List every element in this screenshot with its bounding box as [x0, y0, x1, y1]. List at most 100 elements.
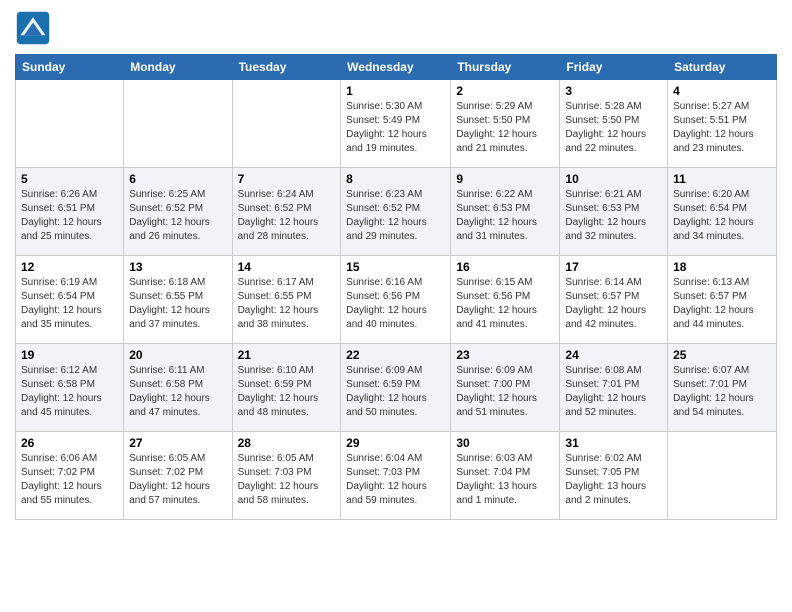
calendar-cell: 6 Sunrise: 6:25 AM Sunset: 6:52 PM Daylig… [124, 168, 232, 256]
day-info: Sunrise: 6:14 AM Sunset: 6:57 PM Dayligh… [565, 276, 662, 332]
calendar-cell: 20 Sunrise: 6:11 AM Sunset: 6:58 PM Dayli… [124, 344, 232, 432]
calendar-cell: 17 Sunrise: 6:14 AM Sunset: 6:57 PM Dayli… [560, 256, 668, 344]
day-number: 12 [21, 260, 118, 274]
day-number: 9 [456, 172, 554, 186]
day-info: Sunrise: 6:08 AM Sunset: 7:01 PM Dayligh… [565, 364, 662, 420]
weekday-header: Wednesday [341, 55, 451, 80]
calendar: SundayMondayTuesdayWednesdayThursdayFrid… [15, 54, 777, 520]
weekday-header: Tuesday [232, 55, 341, 80]
day-number: 16 [456, 260, 554, 274]
day-info: Sunrise: 6:02 AM Sunset: 7:05 PM Dayligh… [565, 452, 662, 508]
logo [15, 10, 55, 46]
calendar-cell: 13 Sunrise: 6:18 AM Sunset: 6:55 PM Dayli… [124, 256, 232, 344]
day-info: Sunrise: 5:29 AM Sunset: 5:50 PM Dayligh… [456, 100, 554, 156]
day-info: Sunrise: 6:16 AM Sunset: 6:56 PM Dayligh… [346, 276, 445, 332]
day-info: Sunrise: 6:24 AM Sunset: 6:52 PM Dayligh… [238, 188, 336, 244]
calendar-cell: 23 Sunrise: 6:09 AM Sunset: 7:00 PM Dayli… [451, 344, 560, 432]
calendar-cell: 12Sunrise: 6:19 AM Sunset: 6:54 PM Dayli… [16, 256, 124, 344]
calendar-cell: 15 Sunrise: 6:16 AM Sunset: 6:56 PM Dayli… [341, 256, 451, 344]
day-info: Sunrise: 6:18 AM Sunset: 6:55 PM Dayligh… [129, 276, 226, 332]
calendar-cell: 3Sunrise: 5:28 AM Sunset: 5:50 PM Daylig… [560, 80, 668, 168]
day-number: 14 [238, 260, 336, 274]
calendar-cell: 4 Sunrise: 5:27 AM Sunset: 5:51 PM Daylig… [668, 80, 777, 168]
day-number: 25 [673, 348, 771, 362]
calendar-cell: 22 Sunrise: 6:09 AM Sunset: 6:59 PM Dayli… [341, 344, 451, 432]
calendar-cell: 19 Sunrise: 6:12 AM Sunset: 6:58 PM Dayli… [16, 344, 124, 432]
day-number: 13 [129, 260, 226, 274]
day-number: 27 [129, 436, 226, 450]
day-number: 2 [456, 84, 554, 98]
calendar-cell: 24 Sunrise: 6:08 AM Sunset: 7:01 PM Dayli… [560, 344, 668, 432]
calendar-cell: 2 Sunrise: 5:29 AM Sunset: 5:50 PM Daylig… [451, 80, 560, 168]
day-number: 5 [21, 172, 118, 186]
calendar-cell: 21Sunrise: 6:10 AM Sunset: 6:59 PM Dayli… [232, 344, 341, 432]
day-number: 22 [346, 348, 445, 362]
day-number: 15 [346, 260, 445, 274]
calendar-cell: 10 Sunrise: 6:21 AM Sunset: 6:53 PM Dayli… [560, 168, 668, 256]
day-number: 3 [565, 84, 662, 98]
day-info: Sunrise: 6:05 AM Sunset: 7:02 PM Dayligh… [129, 452, 226, 508]
day-number: 29 [346, 436, 445, 450]
calendar-cell: 1Sunrise: 5:30 AM Sunset: 5:49 PM Daylig… [341, 80, 451, 168]
day-number: 18 [673, 260, 771, 274]
calendar-body: 1Sunrise: 5:30 AM Sunset: 5:49 PM Daylig… [16, 80, 777, 520]
weekday-header: Sunday [16, 55, 124, 80]
day-number: 6 [129, 172, 226, 186]
day-info: Sunrise: 6:21 AM Sunset: 6:53 PM Dayligh… [565, 188, 662, 244]
day-info: Sunrise: 6:09 AM Sunset: 6:59 PM Dayligh… [346, 364, 445, 420]
day-number: 31 [565, 436, 662, 450]
day-info: Sunrise: 6:12 AM Sunset: 6:58 PM Dayligh… [21, 364, 118, 420]
day-number: 21 [238, 348, 336, 362]
calendar-cell: 27 Sunrise: 6:05 AM Sunset: 7:02 PM Dayli… [124, 432, 232, 520]
calendar-cell: 28Sunrise: 6:05 AM Sunset: 7:03 PM Dayli… [232, 432, 341, 520]
day-number: 17 [565, 260, 662, 274]
day-info: Sunrise: 6:20 AM Sunset: 6:54 PM Dayligh… [673, 188, 771, 244]
calendar-week: 5 Sunrise: 6:26 AM Sunset: 6:51 PM Daylig… [16, 168, 777, 256]
calendar-cell [124, 80, 232, 168]
day-info: Sunrise: 6:09 AM Sunset: 7:00 PM Dayligh… [456, 364, 554, 420]
day-number: 24 [565, 348, 662, 362]
calendar-cell: 5 Sunrise: 6:26 AM Sunset: 6:51 PM Daylig… [16, 168, 124, 256]
calendar-cell: 30 Sunrise: 6:03 AM Sunset: 7:04 PM Dayli… [451, 432, 560, 520]
day-info: Sunrise: 6:11 AM Sunset: 6:58 PM Dayligh… [129, 364, 226, 420]
day-info: Sunrise: 6:26 AM Sunset: 6:51 PM Dayligh… [21, 188, 118, 244]
day-info: Sunrise: 6:25 AM Sunset: 6:52 PM Dayligh… [129, 188, 226, 244]
day-info: Sunrise: 6:22 AM Sunset: 6:53 PM Dayligh… [456, 188, 554, 244]
calendar-cell: 29 Sunrise: 6:04 AM Sunset: 7:03 PM Dayli… [341, 432, 451, 520]
day-number: 11 [673, 172, 771, 186]
logo-icon [15, 10, 51, 46]
day-info: Sunrise: 6:17 AM Sunset: 6:55 PM Dayligh… [238, 276, 336, 332]
weekday-header: Monday [124, 55, 232, 80]
day-number: 4 [673, 84, 771, 98]
calendar-cell: 14 Sunrise: 6:17 AM Sunset: 6:55 PM Dayli… [232, 256, 341, 344]
day-info: Sunrise: 5:27 AM Sunset: 5:51 PM Dayligh… [673, 100, 771, 156]
page: SundayMondayTuesdayWednesdayThursdayFrid… [0, 0, 792, 612]
calendar-week: 19 Sunrise: 6:12 AM Sunset: 6:58 PM Dayli… [16, 344, 777, 432]
day-info: Sunrise: 6:04 AM Sunset: 7:03 PM Dayligh… [346, 452, 445, 508]
calendar-cell: 8Sunrise: 6:23 AM Sunset: 6:52 PM Daylig… [341, 168, 451, 256]
calendar-header: SundayMondayTuesdayWednesdayThursdayFrid… [16, 55, 777, 80]
weekday-header: Friday [560, 55, 668, 80]
day-number: 28 [238, 436, 336, 450]
day-info: Sunrise: 6:13 AM Sunset: 6:57 PM Dayligh… [673, 276, 771, 332]
calendar-cell [668, 432, 777, 520]
day-number: 30 [456, 436, 554, 450]
calendar-week: 26 Sunrise: 6:06 AM Sunset: 7:02 PM Dayli… [16, 432, 777, 520]
day-info: Sunrise: 6:03 AM Sunset: 7:04 PM Dayligh… [456, 452, 554, 508]
weekday-row: SundayMondayTuesdayWednesdayThursdayFrid… [16, 55, 777, 80]
calendar-cell: 16 Sunrise: 6:15 AM Sunset: 6:56 PM Dayli… [451, 256, 560, 344]
day-info: Sunrise: 6:06 AM Sunset: 7:02 PM Dayligh… [21, 452, 118, 508]
day-number: 20 [129, 348, 226, 362]
day-number: 19 [21, 348, 118, 362]
day-info: Sunrise: 6:15 AM Sunset: 6:56 PM Dayligh… [456, 276, 554, 332]
day-number: 8 [346, 172, 445, 186]
calendar-cell: 25Sunrise: 6:07 AM Sunset: 7:01 PM Dayli… [668, 344, 777, 432]
calendar-cell: 31 Sunrise: 6:02 AM Sunset: 7:05 PM Dayli… [560, 432, 668, 520]
day-number: 10 [565, 172, 662, 186]
day-number: 1 [346, 84, 445, 98]
weekday-header: Thursday [451, 55, 560, 80]
calendar-cell [232, 80, 341, 168]
calendar-cell: 9 Sunrise: 6:22 AM Sunset: 6:53 PM Daylig… [451, 168, 560, 256]
day-number: 26 [21, 436, 118, 450]
day-number: 23 [456, 348, 554, 362]
